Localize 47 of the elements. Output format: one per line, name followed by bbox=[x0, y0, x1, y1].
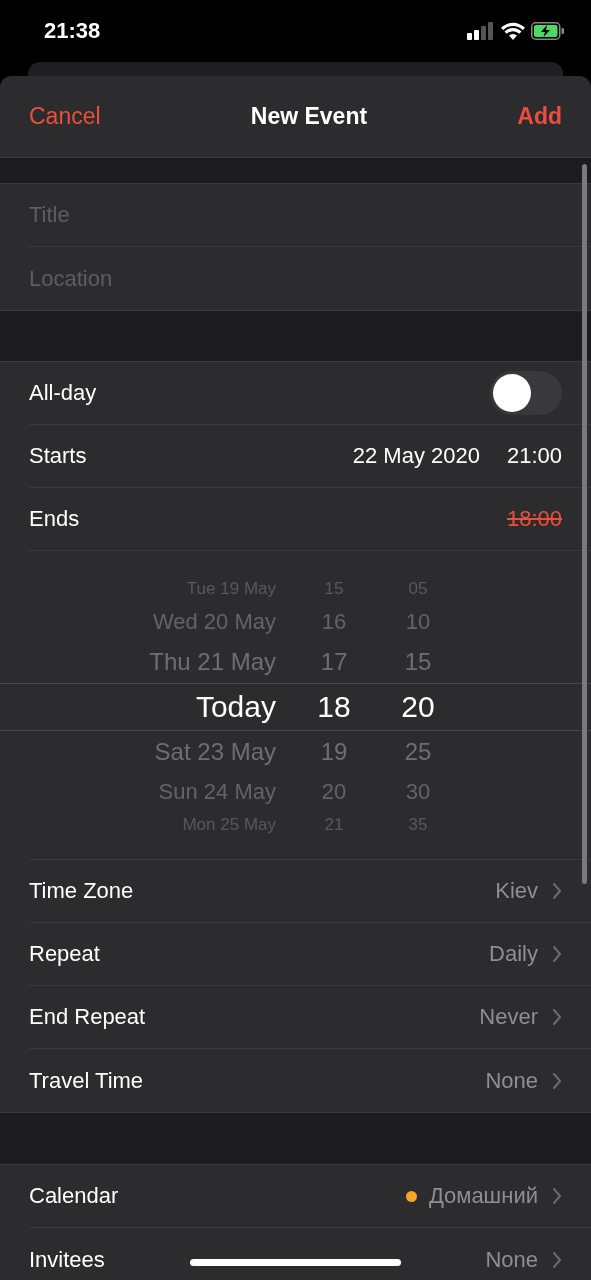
row-value[interactable]: Kiev bbox=[495, 878, 538, 904]
picker-minute[interactable]: 30 bbox=[388, 773, 448, 811]
picker-date[interactable]: Thu 21 May bbox=[29, 641, 276, 683]
row-label: Repeat bbox=[29, 941, 100, 967]
toggle-switch[interactable] bbox=[490, 371, 562, 415]
row-label: Ends bbox=[29, 506, 80, 532]
battery-icon bbox=[531, 22, 565, 40]
row-label: Starts bbox=[29, 443, 87, 469]
picker-minute[interactable]: 15 bbox=[388, 641, 448, 683]
chevron-icon bbox=[552, 1250, 562, 1269]
picker-date[interactable]: Sat 23 May bbox=[29, 731, 276, 773]
cancel-button[interactable]: Cancel bbox=[29, 103, 101, 130]
picker-hour[interactable]: 20 bbox=[294, 773, 374, 811]
picker-hour[interactable]: 19 bbox=[294, 731, 374, 773]
signal-icon bbox=[467, 22, 495, 40]
picker-date[interactable]: Wed 20 May bbox=[29, 603, 276, 641]
chevron-icon bbox=[552, 945, 562, 963]
row-value[interactable]: None bbox=[485, 1246, 538, 1273]
picker-hour[interactable]: 17 bbox=[294, 641, 374, 683]
row-label: Travel Time bbox=[29, 1067, 144, 1094]
end-time[interactable]: 18:00 bbox=[506, 506, 562, 532]
row-value[interactable]: Daily bbox=[489, 941, 538, 967]
row-label: Time Zone bbox=[29, 878, 134, 904]
picker-hour[interactable]: 18 bbox=[294, 683, 374, 731]
start-time[interactable]: 21:00 bbox=[506, 443, 562, 469]
picker-minute[interactable]: 10 bbox=[388, 603, 448, 641]
picker-date[interactable]: Today bbox=[29, 683, 276, 731]
picker-minute[interactable]: 20 bbox=[388, 683, 448, 731]
start-date[interactable]: 22 May 2020 bbox=[352, 443, 480, 469]
picker-hour[interactable]: 16 bbox=[294, 603, 374, 641]
add-button[interactable]: Add bbox=[517, 103, 562, 130]
row-value[interactable]: None bbox=[485, 1067, 538, 1094]
row-value[interactable]: Домашний bbox=[428, 1183, 538, 1209]
picker-minute[interactable]: 25 bbox=[388, 731, 448, 773]
status-time: 21:38 bbox=[44, 18, 101, 44]
row-label: Invitees bbox=[29, 1246, 105, 1273]
chevron-icon bbox=[552, 882, 562, 900]
row-label: All-day bbox=[29, 380, 97, 406]
row-label: Calendar bbox=[29, 1183, 119, 1209]
chevron-icon bbox=[552, 1187, 562, 1205]
row-value[interactable]: Never bbox=[479, 1004, 538, 1030]
picker-date[interactable]: Sun 24 May bbox=[29, 773, 276, 811]
chevron-icon bbox=[552, 1071, 562, 1090]
sheet-title: New Event bbox=[250, 103, 368, 130]
wifi-icon bbox=[501, 22, 525, 40]
row-label: End Repeat bbox=[29, 1004, 146, 1030]
chevron-icon bbox=[552, 1008, 562, 1026]
